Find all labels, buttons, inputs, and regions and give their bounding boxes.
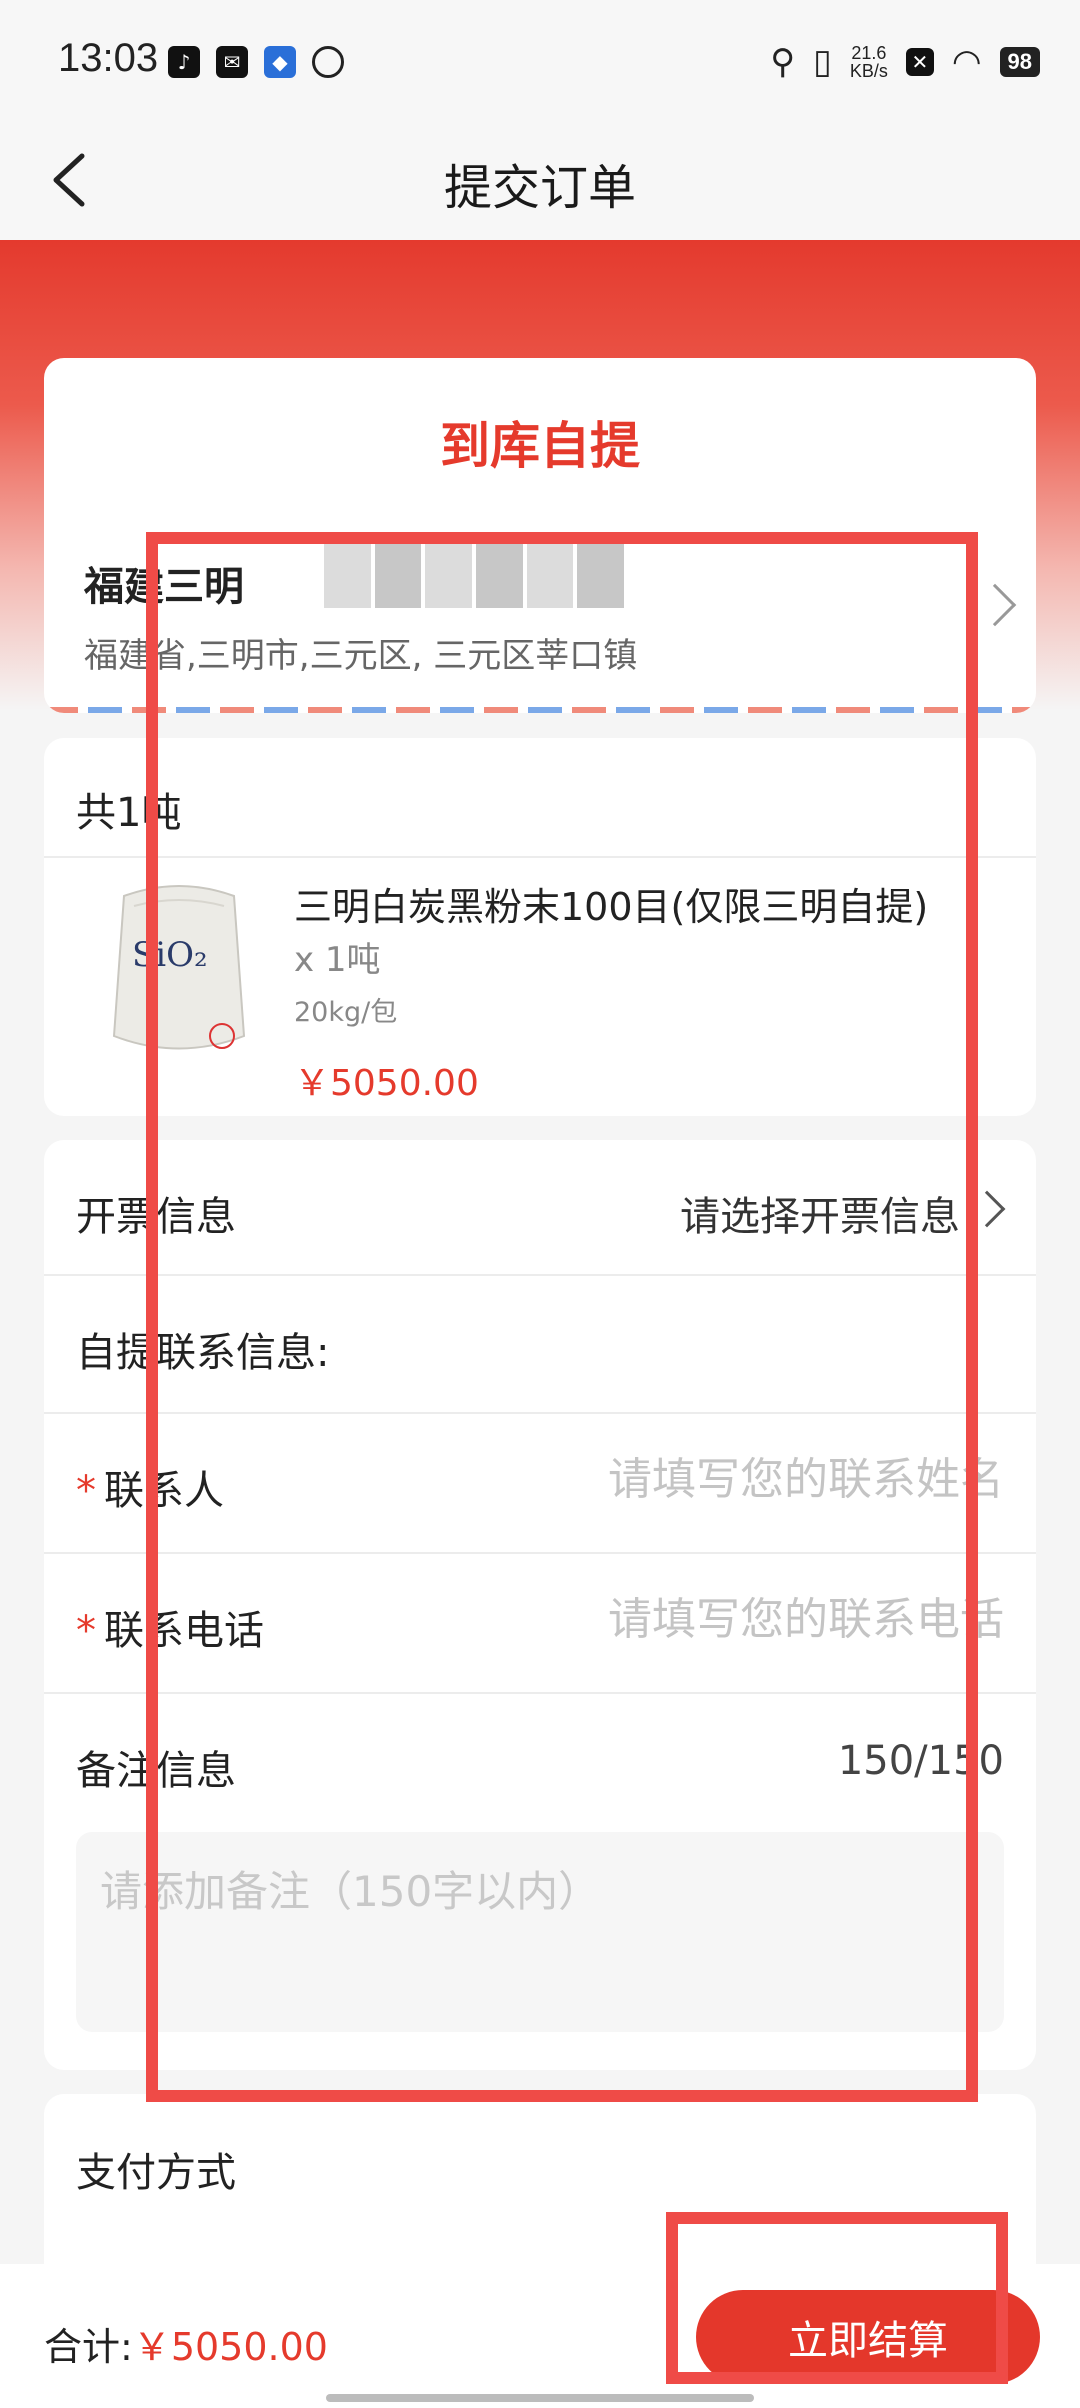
network-speed-unit: KB/s: [849, 61, 888, 81]
battery-icon: 98: [999, 47, 1040, 77]
app-shield-icon: ◆: [264, 46, 296, 78]
required-mark: *: [76, 1608, 96, 1654]
product-card: 共1吨 SiO₂ 三明白炭黑粉末100目(仅限三明自提) x 1吨 20kg/包…: [44, 738, 1036, 1116]
leaf-icon: [312, 46, 344, 78]
checkout-button[interactable]: 立即结算: [696, 2290, 1040, 2384]
divider: [44, 856, 1036, 858]
contact-phone-label-text: 联系电话: [104, 1608, 264, 1654]
order-total: 合计:￥5050.00: [44, 2316, 328, 2371]
redacted-phone: [324, 544, 625, 608]
chevron-right-icon: [973, 583, 1017, 627]
vibrate-icon: ▯: [813, 42, 832, 82]
remark-counter: 150/150: [837, 1738, 1004, 1784]
contact-person-row: * 联系人: [44, 1414, 1036, 1550]
mail-icon: ✉: [216, 46, 248, 78]
contact-phone-row: * 联系电话: [44, 1554, 1036, 1690]
contact-person-input[interactable]: [524, 1444, 1004, 1514]
page-title: 提交订单: [443, 160, 636, 216]
pickup-address-card[interactable]: 到库自提 福建三明 福建省,三明市,三元区, 三元区莘口镇: [44, 358, 1036, 713]
product-quantity: x 1吨: [294, 940, 381, 980]
total-label: 合计:: [44, 2325, 133, 2369]
contact-person-label: * 联系人: [76, 1458, 224, 1516]
payment-method-label: 支付方式: [76, 2150, 236, 2196]
contact-phone-input[interactable]: [524, 1584, 1004, 1654]
product-name: 三明白炭黑粉末100目(仅限三明自提): [294, 885, 929, 929]
remark-row: 备注信息 150/150: [44, 1694, 1036, 1830]
status-bar: 13:03 ♪ ✉ ◆ ⚲ ▯ 21.6 KB/s ✕ ◠ 98: [0, 0, 1080, 120]
product-spec: 20kg/包: [294, 997, 398, 1028]
network-speed-value: 21.6: [851, 43, 887, 63]
network-speed: 21.6 KB/s: [850, 44, 888, 80]
home-indicator[interactable]: [326, 2394, 754, 2402]
contact-section-label: 自提联系信息:: [76, 1330, 330, 1376]
envelope-stripe-divider: [44, 707, 1036, 713]
delivery-mode-title: 到库自提: [440, 417, 640, 475]
status-app-icons: ♪ ✉ ◆: [168, 46, 344, 78]
location-icon: ⚲: [770, 42, 796, 82]
required-mark: *: [76, 1468, 96, 1514]
contact-phone-label: * 联系电话: [76, 1598, 264, 1656]
remark-textarea[interactable]: [76, 1832, 1004, 2032]
invoice-value: 请选择开票信息: [680, 1194, 960, 1240]
product-image-label: SiO₂: [132, 935, 208, 975]
total-amount: ￥5050.00: [132, 2325, 328, 2369]
invoice-row[interactable]: 开票信息 请选择开票信息: [44, 1140, 1036, 1276]
order-info-card: 开票信息 请选择开票信息 自提联系信息: *联系人 *联系电话 备注信息 150…: [44, 1140, 1036, 2070]
nav-header: 提交订单: [0, 120, 1080, 240]
status-time: 13:03: [58, 36, 159, 80]
contact-section-row: 自提联系信息:: [44, 1276, 1036, 1412]
product-total-count: 共1吨: [76, 790, 182, 836]
status-right: ⚲ ▯ 21.6 KB/s ✕ ◠ 98: [770, 42, 1040, 82]
contact-person-label-text: 联系人: [104, 1468, 224, 1514]
no-sim-icon: ✕: [905, 48, 934, 76]
remark-label: 备注信息: [76, 1748, 236, 1794]
wifi-icon: ◠: [951, 42, 982, 82]
tiktok-icon: ♪: [168, 46, 200, 78]
product-image[interactable]: SiO₂: [104, 866, 254, 1066]
invoice-label: 开票信息: [76, 1194, 236, 1240]
chevron-right-icon: [968, 1190, 1006, 1228]
address-name: 福建三明: [84, 564, 244, 610]
product-price: ￥5050.00: [294, 1063, 479, 1104]
checkout-bar: 合计:￥5050.00 立即结算: [0, 2264, 1080, 2408]
address-detail: 福建省,三明市,三元区, 三元区莘口镇: [84, 636, 638, 676]
